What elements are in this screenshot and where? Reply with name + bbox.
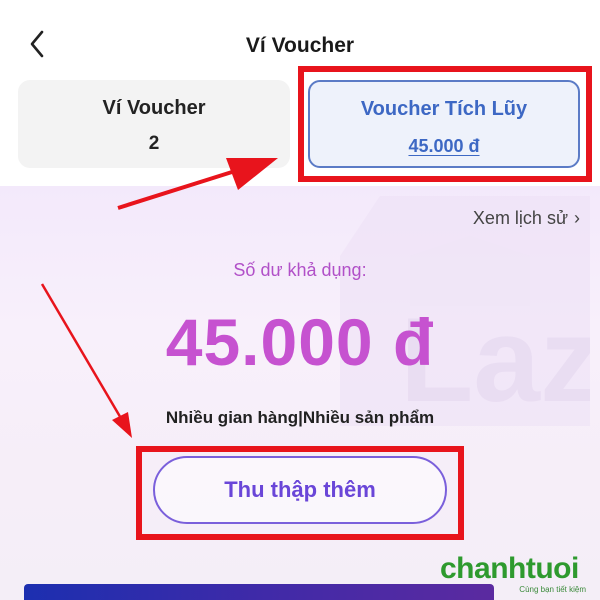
view-history-label: Xem lịch sử [472,208,568,228]
chevron-right-icon: › [574,208,580,228]
available-balance-amount: 45.000 đ [165,305,435,379]
tab-bar: Ví Voucher 2 Voucher Tích Lũy 45.000 đ [0,78,600,186]
tab-voucher-wallet-count: 2 [148,133,160,154]
voucher-screen: Ví Voucher Ví Voucher 2 Voucher Tích Lũy… [0,0,600,600]
tab-accumulated-voucher-amount: 45.000 đ [408,136,480,156]
tab-accumulated-voucher[interactable]: Voucher Tích Lũy 45.000 đ [308,80,580,168]
header-bar: Ví Voucher [0,0,600,79]
brand-logo: chanhtuoi Cùng bạn tiết kiệm [440,552,590,594]
tab-voucher-wallet[interactable]: Ví Voucher 2 [18,80,290,168]
voucher-scope-text: Nhiều gian hàng|Nhiều sản phẩm [165,408,435,427]
page-title: Ví Voucher [245,34,355,57]
available-balance-label: Số dư khả dụng: [233,260,367,280]
bottom-banner [24,584,494,600]
collect-more-button[interactable]: Thu thập thêm [153,456,447,524]
brand-tagline: Cùng bạn tiết kiệm [519,585,586,594]
view-history-link[interactable]: Xem lịch sử › [473,208,580,229]
voucher-balance-panel: Laz Xem lịch sử › Số dư khả dụng: 45.000 … [0,186,600,600]
tab-voucher-wallet-label: Ví Voucher [102,97,206,119]
brand-name: chanhtuoi [440,552,579,585]
tab-accumulated-voucher-label: Voucher Tích Lũy [360,98,528,120]
